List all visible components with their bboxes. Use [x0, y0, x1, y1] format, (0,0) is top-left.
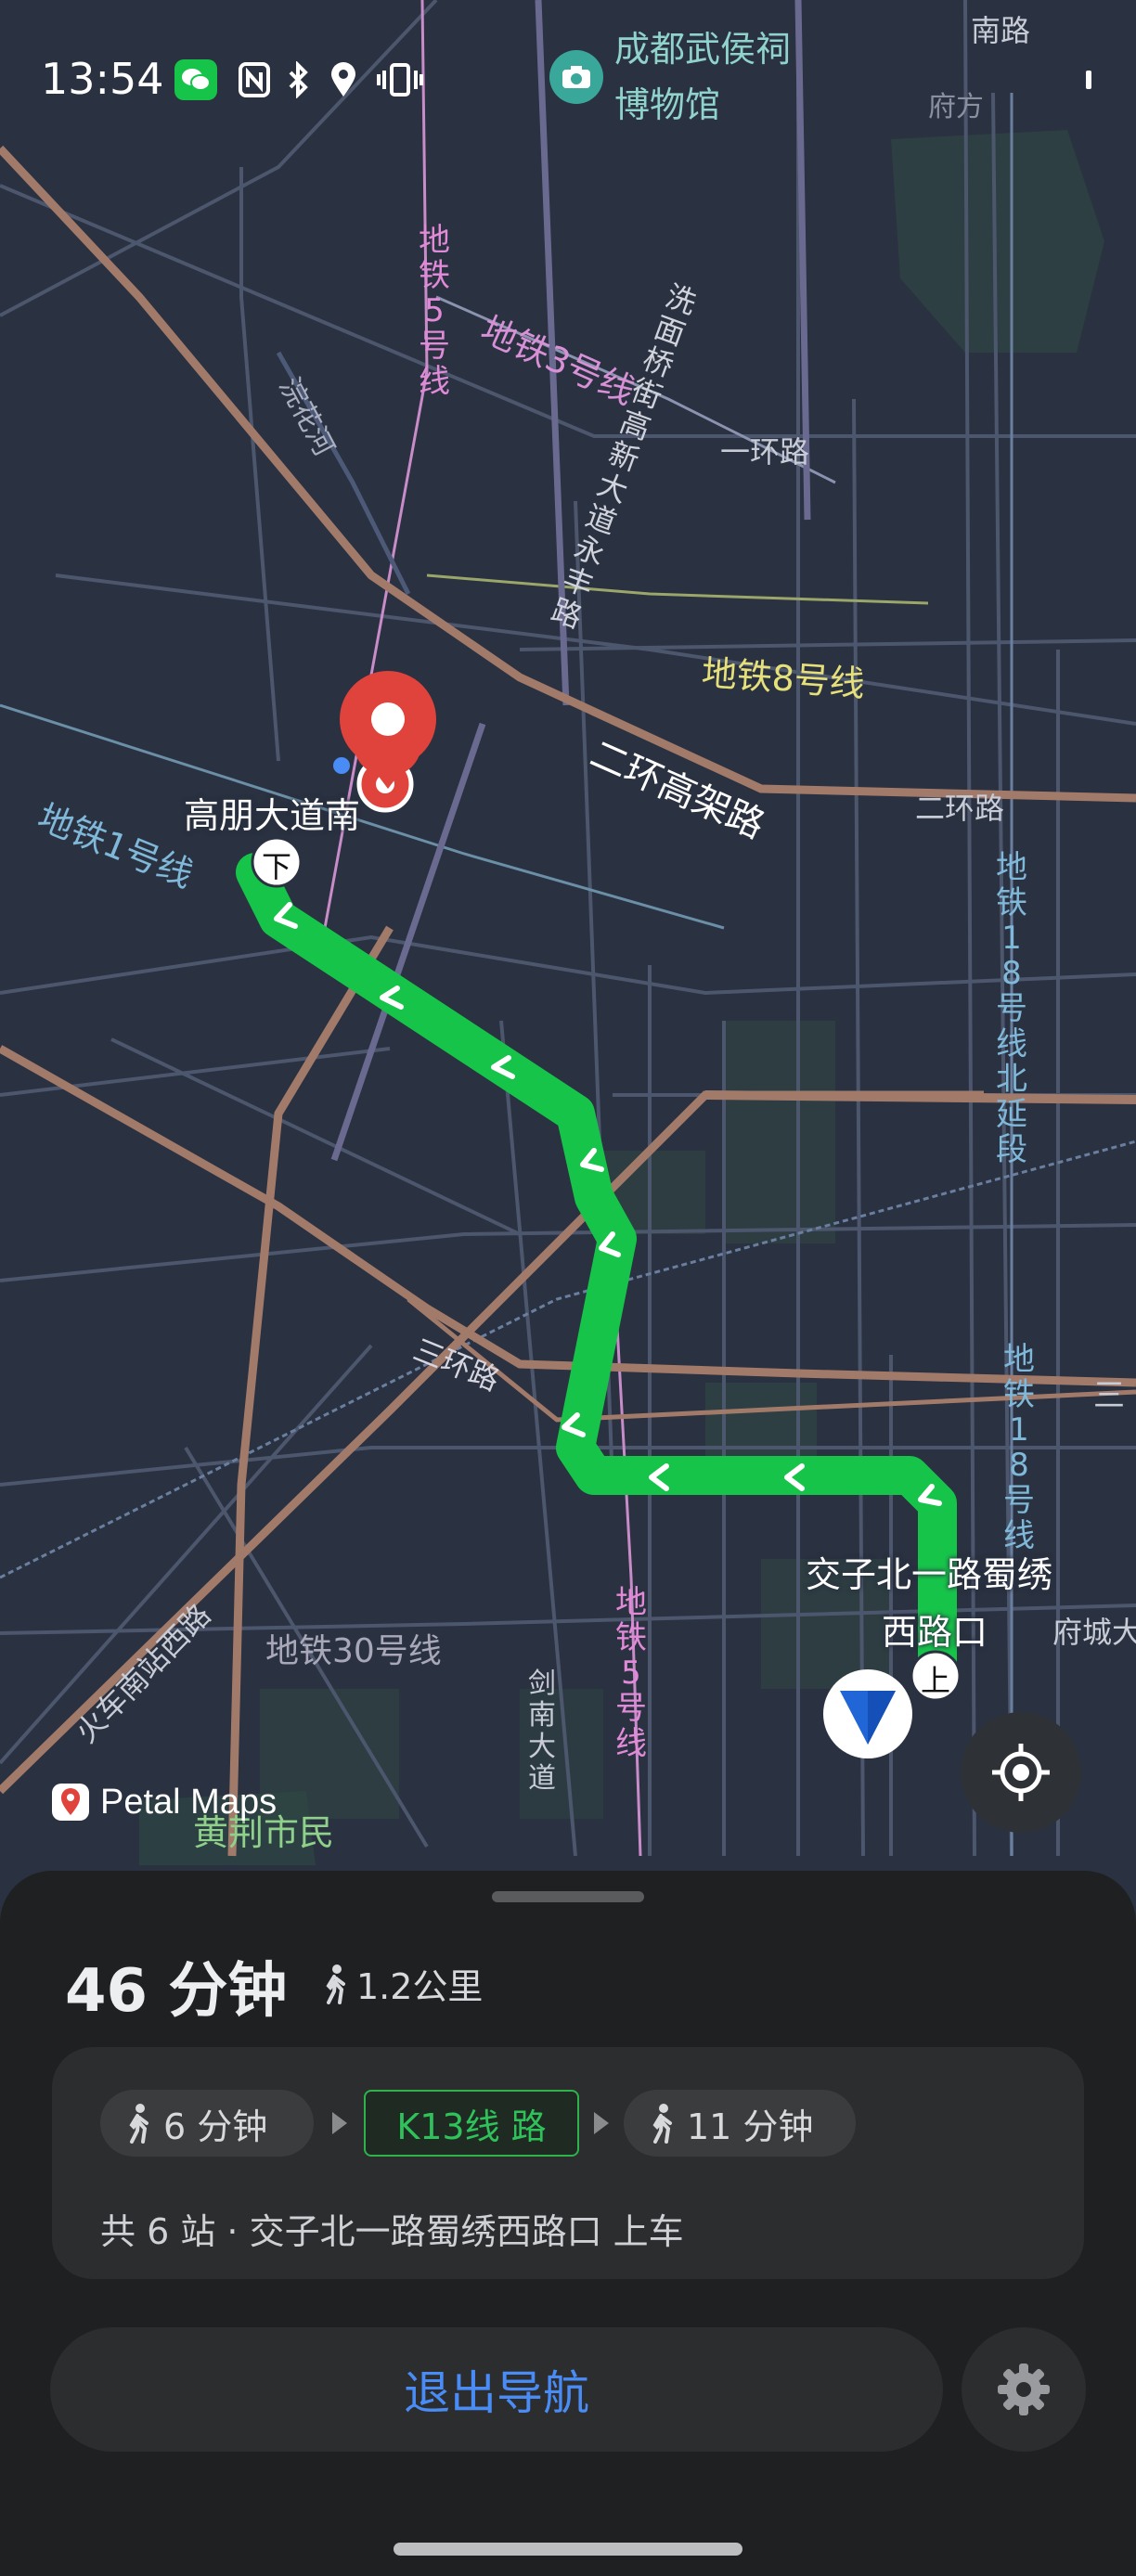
label-sanhuan-right: 三 — [1093, 1377, 1125, 1414]
label-fangting: 府方 — [928, 91, 984, 123]
alight-badge: 下 — [262, 849, 292, 884]
total-duration: 46 分钟 — [65, 1957, 288, 2026]
walk-distance: 1.2公里 — [321, 1958, 483, 2009]
step-walk-end: 11 分钟 — [624, 2090, 856, 2157]
brand-label: Petal Maps — [100, 1782, 278, 1822]
label-metro30: 地铁30号线 — [265, 1632, 442, 1670]
start-stop-label-line1[interactable]: 交子北一路蜀绣 — [806, 1546, 1052, 1597]
location-icon — [327, 59, 360, 100]
label-metro18: 地铁18号线 — [1003, 1341, 1035, 1554]
poi-label-line2[interactable]: 博物馆 — [614, 82, 720, 128]
label-metro5-bottom: 地铁5号线 — [615, 1584, 647, 1762]
navigation-sheet: 46 分钟 1.2公里 6 分钟 K13线 路 11 分钟 共 6 站 · 交子… — [0, 1871, 1136, 2576]
route-summary-card[interactable]: 6 分钟 K13线 路 11 分钟 共 6 站 · 交子北一路蜀绣西路口 上车 — [52, 2047, 1084, 2279]
label-yihuan: 一环路 — [720, 434, 810, 470]
camera-poi-icon — [549, 50, 603, 104]
status-bar: 13:54 成都武侯祠 博物馆 — [0, 0, 1136, 158]
settings-button[interactable] — [962, 2327, 1086, 2452]
step-arrow-icon — [332, 2112, 347, 2134]
my-location-button[interactable] — [961, 1712, 1081, 1833]
step-walk-end-label: 11 分钟 — [687, 2106, 814, 2147]
step-walk-start: 6 分钟 — [100, 2090, 314, 2157]
nfc-icon — [234, 59, 275, 100]
board-badge: 上 — [921, 1663, 951, 1698]
home-indicator[interactable] — [394, 2543, 742, 2556]
crosshair-icon — [992, 1744, 1050, 1801]
label-metro18-north: 地铁18号线北延段 — [996, 849, 1027, 1168]
label-fuchengda: 府城大 — [1052, 1615, 1136, 1650]
battery-icon — [1086, 71, 1091, 89]
walk-icon — [129, 2104, 148, 2144]
wechat-icon — [174, 59, 217, 100]
step-arrow-icon — [594, 2112, 609, 2134]
walk-icon — [326, 1964, 345, 2004]
petal-maps-logo-icon — [52, 1784, 89, 1821]
bluetooth-icon — [282, 59, 316, 100]
walk-distance-value: 1.2公里 — [356, 1966, 484, 2007]
end-stop-label[interactable]: 高朋大道南 — [184, 787, 360, 838]
step-bus-line: K13线 路 — [364, 2090, 579, 2157]
start-stop-label-line2[interactable]: 西路口 — [882, 1604, 988, 1655]
label-nanlu: 南路 — [971, 13, 1031, 48]
gear-icon — [998, 2363, 1050, 2415]
exit-navigation-button[interactable]: 退出导航 — [50, 2327, 943, 2452]
vibrate-icon — [375, 59, 425, 100]
petal-maps-brand: Petal Maps — [50, 1782, 277, 1823]
step-walk-start-label: 6 分钟 — [163, 2106, 268, 2147]
label-metro5-top: 地铁5号线 — [419, 222, 450, 400]
route-description: 共 6 站 · 交子北一路蜀绣西路口 上车 — [100, 2211, 684, 2252]
step-bus-line-label: K13线 路 — [396, 2106, 547, 2147]
sheet-drag-handle[interactable] — [492, 1891, 644, 1902]
label-jiannan: 剑南大道 — [528, 1668, 556, 1795]
poi-label-line1[interactable]: 成都武侯祠 — [614, 26, 791, 72]
label-erhuan: 二环路 — [915, 791, 1005, 826]
walk-icon — [652, 2104, 672, 2144]
status-time: 13:54 — [41, 54, 164, 104]
